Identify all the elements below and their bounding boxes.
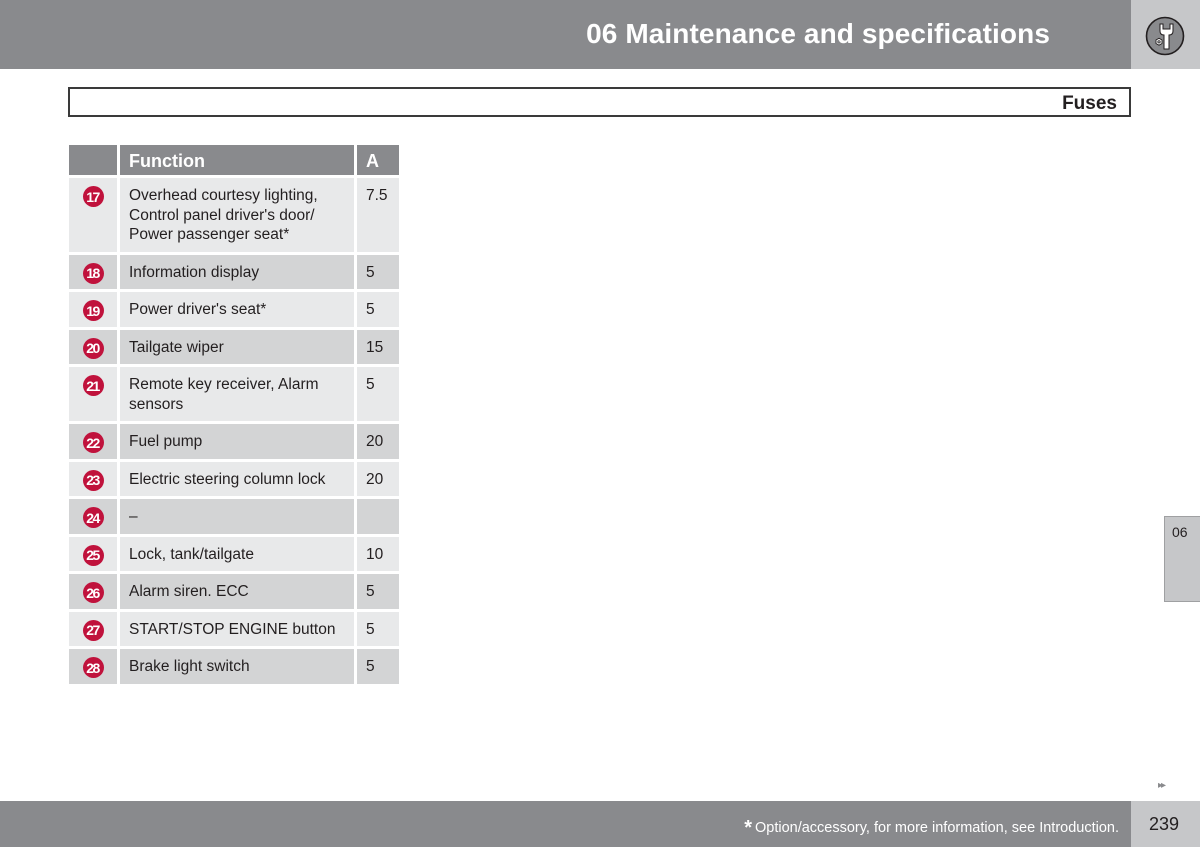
fuse-number-badge: 22 <box>82 432 104 453</box>
fuse-number-badge: 19 <box>82 300 104 321</box>
table-row: 18 Information display 5 <box>69 254 399 292</box>
table-row: 27 START/STOP ENGINE button 5 <box>69 611 399 649</box>
fuse-number-badge: 20 <box>82 337 104 359</box>
fuse-number-cell: 20 <box>69 329 120 367</box>
fuse-amperage-cell: 5 <box>357 574 399 612</box>
table-row: 17 Overhead courtesy lighting, Control pa… <box>69 178 399 255</box>
table-row: 21 Remote key receiver, Alarm sensors 5 <box>69 367 399 424</box>
fuse-number-badge: 25 <box>82 544 104 566</box>
fuse-amperage-cell: 5 <box>357 292 399 330</box>
chapter-tab[interactable]: 06 <box>1164 516 1200 602</box>
table-row: 28 Brake light switch 5 <box>69 649 399 687</box>
fuse-number-cell: 24 <box>69 499 120 537</box>
fuse-function-cell: Alarm siren. ECC <box>120 574 357 612</box>
table-row: 26 Alarm siren. ECC 5 <box>69 574 399 612</box>
page-number-tab: 239 <box>1131 801 1200 847</box>
fuse-number-cell: 25 <box>69 536 120 574</box>
column-header-number <box>69 145 120 178</box>
asterisk-marker: * <box>744 817 752 839</box>
fuse-amperage-cell: 5 <box>357 367 399 424</box>
footer-note: * Option/accessory, for more information,… <box>744 817 1119 840</box>
column-header-amps: A <box>357 145 399 178</box>
fuse-amperage-cell: 15 <box>357 329 399 367</box>
fuse-number-cell: 26 <box>69 574 120 612</box>
table-row: 20 Tailgate wiper 15 <box>69 329 399 367</box>
fuse-function-cell: Power driver's seat* <box>120 292 357 330</box>
fuse-number-badge: 17 <box>82 186 104 207</box>
fuse-function-cell: START/STOP ENGINE button <box>120 611 357 649</box>
table-header-row: Function A <box>69 145 399 178</box>
fuse-table: Function A 17 Overhead courtesy lighting,… <box>69 145 399 687</box>
footer-note-text: Option/accessory, for more information, … <box>754 820 1119 836</box>
next-page-arrow-icon: ▸▸ <box>1158 780 1166 791</box>
fuse-number-cell: 23 <box>69 461 120 499</box>
fuse-function-cell: Tailgate wiper <box>120 329 357 367</box>
fuse-amperage-cell: 5 <box>357 611 399 649</box>
fuse-number-cell: 21 <box>69 367 120 424</box>
section-title: Fuses <box>1062 93 1117 114</box>
fuse-amperage-cell: 20 <box>357 461 399 499</box>
fuse-function-cell: Fuel pump <box>120 424 357 462</box>
fuse-amperage-cell: 20 <box>357 424 399 462</box>
fuse-function-cell: Brake light switch <box>120 649 357 687</box>
chapter-title: 06 Maintenance and specifications <box>586 18 1050 49</box>
chapter-header-bar: 06 Maintenance and specifications <box>0 0 1131 69</box>
fuse-amperage-cell: 5 <box>357 254 399 292</box>
fuse-function-cell: Overhead courtesy lighting, Control pane… <box>120 178 357 255</box>
fuse-number-cell: 17 <box>69 178 120 255</box>
page-number: 239 <box>1149 814 1180 834</box>
fuse-amperage-cell: 10 <box>357 536 399 574</box>
table-row: 25 Lock, tank/tailgate 10 <box>69 536 399 574</box>
fuse-function-cell: Information display <box>120 254 357 292</box>
footer-bar: * Option/accessory, for more information,… <box>0 801 1131 847</box>
chapter-tab-label: 06 <box>1172 524 1188 540</box>
fuse-number-cell: 18 <box>69 254 120 292</box>
wrench-nut-icon <box>1145 16 1185 56</box>
fuse-number-badge: 24 <box>82 507 104 528</box>
fuse-number-badge: 27 <box>82 619 104 641</box>
fuse-function-cell: Remote key receiver, Alarm sensors <box>120 367 357 424</box>
column-header-function: Function <box>120 145 357 178</box>
fuse-number-badge: 28 <box>82 657 104 678</box>
table-row: 24– <box>69 499 399 537</box>
fuse-amperage-cell: 7.5 <box>357 178 399 255</box>
fuse-function-cell: – <box>120 499 357 537</box>
fuse-number-cell: 27 <box>69 611 120 649</box>
fuse-number-badge: 21 <box>82 375 104 396</box>
table-row: 23 Electric steering column lock 20 <box>69 461 399 499</box>
fuse-function-cell: Lock, tank/tailgate <box>120 536 357 574</box>
fuse-number-cell: 28 <box>69 649 120 687</box>
fuse-amperage-cell <box>357 499 399 537</box>
table-row: 22 Fuel pump 20 <box>69 424 399 462</box>
section-heading-box: Fuses <box>68 87 1131 117</box>
table-row: 19 Power driver's seat* 5 <box>69 292 399 330</box>
fuse-number-cell: 22 <box>69 424 120 462</box>
fuse-number-cell: 19 <box>69 292 120 330</box>
fuse-number-badge: 23 <box>82 469 104 491</box>
fuse-number-badge: 26 <box>82 582 104 603</box>
fuse-number-badge: 18 <box>82 262 104 284</box>
fuse-function-cell: Electric steering column lock <box>120 461 357 499</box>
fuse-table-body: 17 Overhead courtesy lighting, Control pa… <box>69 178 399 687</box>
fuse-amperage-cell: 5 <box>357 649 399 687</box>
